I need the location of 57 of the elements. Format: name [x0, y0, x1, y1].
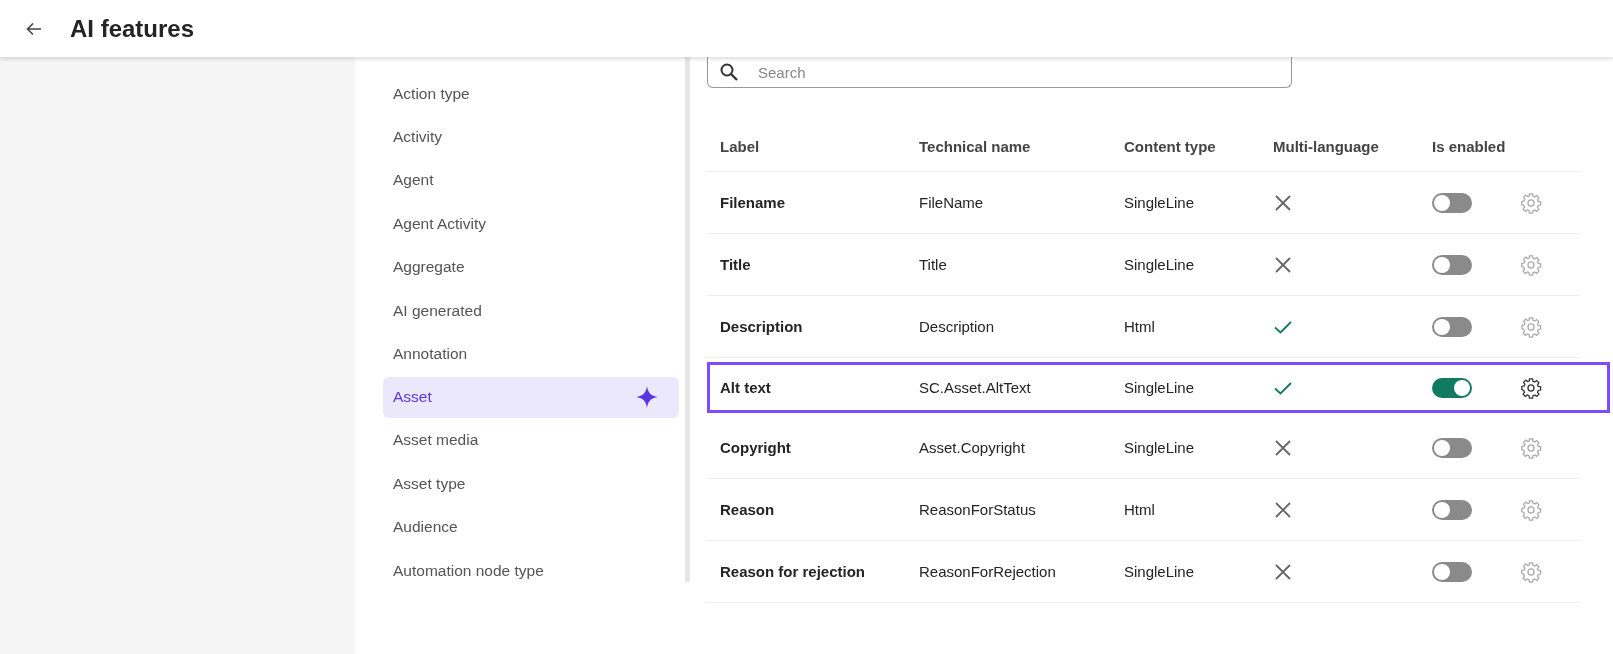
sidebar-item[interactable]: Agent Activity — [383, 202, 679, 246]
toggle-switch[interactable] — [1432, 192, 1472, 213]
column-header: Is enabled — [1432, 137, 1507, 155]
technical-name: ReasonForStatus — [919, 501, 1037, 518]
column-header: Label — [719, 137, 761, 155]
technical-name: SC.Asset.AltText — [919, 379, 1032, 396]
sidebar-item[interactable]: Activity — [383, 115, 679, 159]
technical-name: Title — [919, 256, 948, 273]
sidebar-item[interactable]: Asset media — [383, 418, 679, 463]
table-row[interactable]: Title Title SingleLine — [707, 234, 1580, 296]
toggle-switch[interactable] — [1432, 437, 1472, 458]
sidebar-item[interactable]: Automation node type — [383, 548, 679, 593]
field-label: Alt text — [719, 379, 772, 396]
content-type: SingleLine — [1124, 256, 1196, 273]
content-type: SingleLine — [1124, 194, 1196, 211]
sidebar-item[interactable]: Aggregate — [383, 245, 679, 289]
table-row[interactable]: Filename FileName SingleLine — [707, 172, 1580, 234]
column-header: Content type — [1124, 137, 1217, 155]
field-label: Title — [719, 256, 752, 273]
technical-name: ReasonForRejection — [919, 563, 1057, 580]
column-header: Technical name — [919, 137, 1032, 155]
field-label: Reason — [719, 501, 776, 518]
sidebar-item[interactable]: Audience — [383, 505, 679, 549]
sidebar-item[interactable]: Action type — [383, 72, 679, 116]
toggle-switch[interactable] — [1432, 316, 1472, 337]
toggle-switch[interactable] — [1432, 499, 1472, 520]
toggle-switch[interactable] — [1432, 561, 1472, 582]
technical-name: Description — [919, 318, 996, 335]
table-row[interactable]: Reason for rejection ReasonForRejection SingleLine — [707, 541, 1580, 603]
toggle-switch[interactable] — [1432, 377, 1472, 398]
toggle-switch[interactable] — [1432, 254, 1472, 275]
sidebar-item[interactable]: Annotation — [383, 332, 679, 376]
sidebar-item[interactable]: Asset — [383, 376, 679, 418]
content-type: Html — [1124, 318, 1156, 335]
search-field[interactable]: Search — [707, 57, 1292, 88]
content-type: SingleLine — [1124, 439, 1196, 456]
table-row[interactable]: Copyright Asset.Copyright SingleLine — [707, 417, 1580, 479]
field-label: Filename — [719, 194, 787, 211]
sidebar-item[interactable]: AI generated — [383, 288, 679, 333]
field-label: Description — [719, 318, 804, 335]
column-header: Multi-language — [1273, 137, 1380, 155]
search-icon — [719, 62, 739, 82]
technical-name: Asset.Copyright — [919, 439, 1026, 456]
content-type: Html — [1124, 501, 1156, 518]
table-row[interactable]: Alt text SC.Asset.AltText SingleLine — [707, 362, 1610, 413]
page-title: AI features — [70, 14, 195, 43]
settings-icon[interactable] — [1520, 376, 1542, 399]
content-type: SingleLine — [1124, 379, 1196, 396]
field-label: Copyright — [719, 439, 792, 456]
content-type: SingleLine — [1124, 563, 1196, 580]
table-row[interactable]: Description Description Html — [707, 296, 1580, 358]
field-label: Reason for rejection — [719, 563, 867, 580]
technical-name: FileName — [919, 194, 985, 211]
sidebar-item[interactable]: Asset type — [383, 462, 679, 506]
table-row[interactable]: Reason ReasonForStatus Html — [707, 479, 1580, 541]
sidebar-item[interactable]: Agent — [383, 158, 679, 203]
scrollbar[interactable] — [685, 57, 690, 582]
